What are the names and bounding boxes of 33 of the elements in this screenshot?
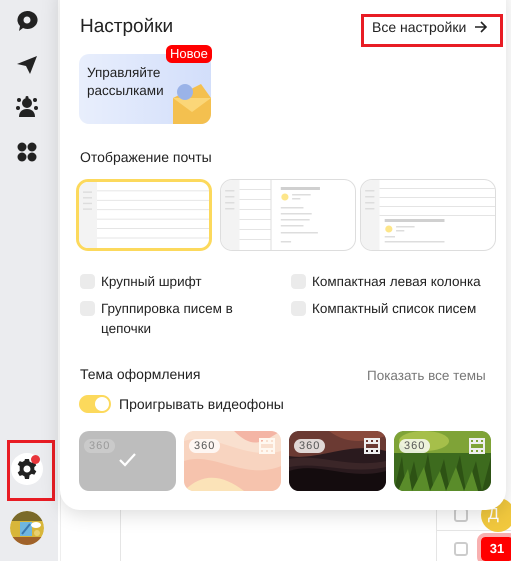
promo-text: Управляйте рассылками — [87, 64, 165, 100]
option-label: Компактный список писем — [312, 300, 476, 318]
option-label: Компактная левая колонка — [312, 273, 481, 291]
settings-icon — [17, 459, 37, 479]
apps-icon[interactable] — [17, 142, 37, 162]
layout-option[interactable] — [76, 179, 212, 251]
theme-tile[interactable]: 360 — [394, 431, 491, 491]
option-label: Крупный шрифт — [101, 273, 202, 291]
highlight-frame — [7, 440, 55, 501]
all-settings-link[interactable]: Все настройки — [372, 18, 488, 36]
toggle-switch[interactable] — [79, 395, 111, 413]
new-badge: Новое — [166, 45, 212, 63]
panel-title: Настройки — [80, 16, 174, 38]
theme-tile[interactable]: 360 — [289, 431, 386, 491]
show-all-themes-link[interactable]: Показать все темы — [367, 367, 486, 384]
logo-badge: 360 — [294, 439, 326, 453]
logo-badge: 360 — [189, 439, 220, 453]
section-heading: Тема оформления — [80, 366, 200, 383]
row-checkbox[interactable] — [454, 542, 468, 556]
arrow-right-icon — [474, 21, 488, 33]
toggle-knob — [95, 397, 109, 411]
layout-option[interactable] — [220, 179, 356, 251]
toggle-label: Проигрывать видеофоны — [119, 396, 284, 413]
paper-plane-icon[interactable] — [16, 55, 38, 75]
calendar-badge: 31 — [481, 537, 511, 561]
logo-badge: 360 — [399, 439, 430, 453]
check-icon — [119, 453, 136, 467]
people-icon[interactable] — [16, 96, 38, 118]
section-heading: Отображение почты — [80, 149, 212, 166]
theme-tile[interactable]: 360 — [184, 431, 281, 491]
layout-option[interactable] — [360, 179, 496, 251]
option-label: Группировка писем в цепочки — [101, 300, 234, 338]
chat-bubble-icon[interactable] — [16, 10, 38, 32]
